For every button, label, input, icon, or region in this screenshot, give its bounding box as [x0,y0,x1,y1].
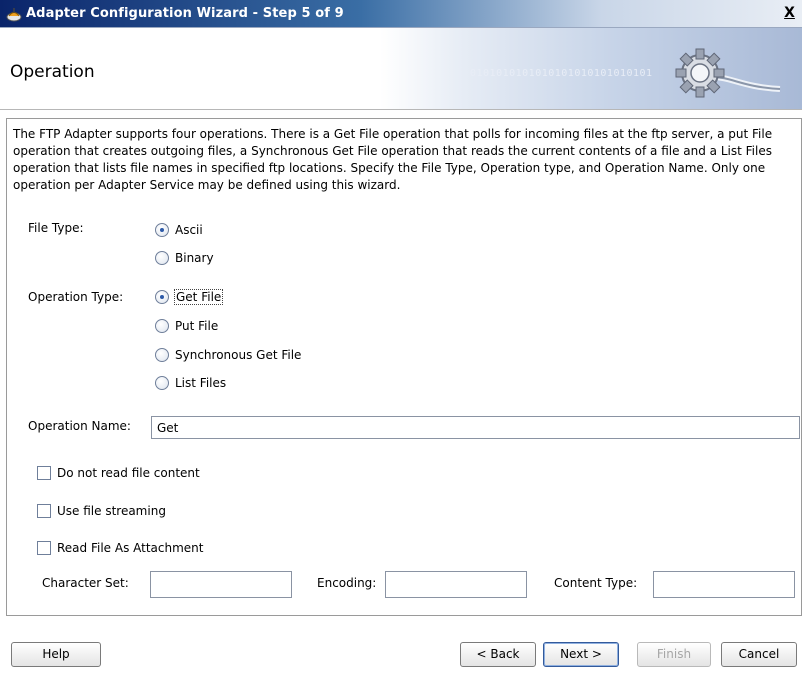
content-type-input[interactable] [653,571,795,598]
operation-name-input[interactable]: Get [151,416,800,439]
step-header: 0101010101010101010101010101 Operation [0,28,802,110]
radio-list-files[interactable]: List Files [155,374,226,392]
next-button[interactable]: Next > [543,642,619,667]
file-type-label: File Type: [28,221,84,235]
radio-binary[interactable]: Binary [155,249,214,267]
content-type-label: Content Type: [554,576,638,590]
radio-ascii[interactable]: Ascii [155,221,203,239]
finish-button[interactable]: Finish [637,642,711,667]
radio-selected-icon [155,290,169,304]
help-button[interactable]: Help [11,642,101,667]
radio-unselected-icon [155,251,169,265]
checkbox-do-not-read-file-content[interactable]: Do not read file content [37,464,200,482]
character-set-label: Character Set: [42,576,129,590]
close-button[interactable]: X [781,5,798,22]
radio-synchronous-get-file[interactable]: Synchronous Get File [155,346,301,364]
description-text: The FTP Adapter supports four operations… [13,127,773,192]
checkbox-unchecked-icon [37,504,51,518]
radio-unselected-icon [155,376,169,390]
back-button[interactable]: < Back [460,642,536,667]
jdeveloper-icon [6,8,22,22]
banner-binary-text: 0101010101010101010101010101 [470,68,653,79]
radio-get-file[interactable]: Get File [155,288,224,306]
checkbox-unchecked-icon [37,466,51,480]
page-title: Operation [10,62,95,82]
radio-unselected-icon [155,348,169,362]
radio-unselected-icon [155,319,169,333]
radio-binary-label: Binary [175,251,214,265]
radio-list-files-label: List Files [175,376,227,390]
encoding-label: Encoding: [317,576,377,590]
checkbox-use-file-streaming[interactable]: Use file streaming [37,502,166,520]
checkbox-read-file-as-attachment-label: Read File As Attachment [57,541,204,555]
radio-synchronous-get-file-label: Synchronous Get File [175,348,302,362]
encoding-input[interactable] [385,571,527,598]
checkbox-read-file-as-attachment[interactable]: Read File As Attachment [37,539,203,557]
radio-put-file[interactable]: Put File [155,317,218,335]
checkbox-do-not-read-file-content-label: Do not read file content [57,466,200,480]
cancel-button[interactable]: Cancel [721,642,797,667]
window-title: Adapter Configuration Wizard - Step 5 of… [26,6,344,21]
gear-plug-icon [675,48,781,98]
operation-type-label: Operation Type: [28,290,124,304]
character-set-input[interactable] [150,571,292,598]
radio-ascii-label: Ascii [175,223,203,237]
checkbox-unchecked-icon [37,541,51,555]
radio-selected-icon [155,223,169,237]
radio-put-file-label: Put File [175,319,219,333]
wizard-window: Adapter Configuration Wizard - Step 5 of… [0,0,802,675]
checkbox-use-file-streaming-label: Use file streaming [57,504,166,518]
radio-get-file-label: Get File [173,289,224,305]
operation-panel: The FTP Adapter supports four operations… [6,118,802,616]
title-bar[interactable]: Adapter Configuration Wizard - Step 5 of… [0,0,802,28]
operation-name-label: Operation Name: [28,419,131,433]
